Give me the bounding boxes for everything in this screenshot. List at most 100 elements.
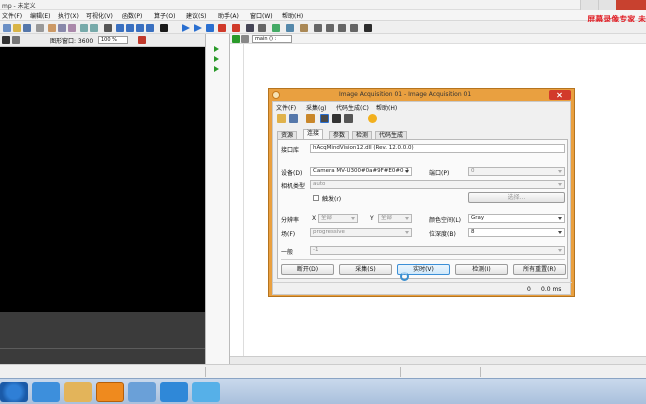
line-profile-icon[interactable] (350, 24, 358, 32)
menu-edit[interactable]: 编辑(E) (30, 11, 50, 20)
resolution-y-label: Y (370, 215, 374, 222)
graphics-window-canvas[interactable] (0, 47, 205, 312)
breakpoint-icon[interactable] (232, 24, 240, 32)
editor-horizontal-scrollbar[interactable] (230, 356, 646, 364)
close-button[interactable] (616, 0, 646, 10)
disconnect-button[interactable]: 断开(D) (281, 264, 334, 275)
copy-icon[interactable] (58, 24, 66, 32)
print-icon[interactable] (36, 24, 44, 32)
insert-arrow-icon[interactable] (214, 66, 219, 72)
menu-visualize[interactable]: 可视化(V) (86, 11, 113, 20)
app-icon[interactable] (160, 382, 188, 402)
maximize-button[interactable] (598, 0, 616, 10)
interface-field[interactable]: hAcqMindVision12.dll (Rev. 12.0.0.0) (310, 144, 565, 153)
bit-depth-select[interactable]: 8 (468, 228, 565, 237)
undo-icon[interactable] (80, 24, 88, 32)
general-select[interactable]: -1 (310, 246, 565, 255)
menu-file[interactable]: 文件(F) (2, 11, 22, 20)
run-icon[interactable] (116, 24, 124, 32)
tab-code-generation[interactable]: 代码生成 (375, 131, 408, 139)
step-into-icon[interactable] (136, 24, 144, 32)
dialog-close-button[interactable] (549, 90, 571, 100)
insert-code-icon[interactable] (344, 114, 353, 123)
tab-parameters[interactable]: 参数 (329, 131, 350, 139)
reset-all-button[interactable]: 所有重置(R) (513, 264, 566, 275)
gray-histogram-icon[interactable] (326, 24, 334, 32)
menu-run[interactable]: 执行(X) (58, 11, 79, 20)
start-button[interactable] (0, 382, 28, 402)
graphics-dropdown-icon[interactable] (12, 36, 20, 44)
graphics-window-icon[interactable] (272, 24, 280, 32)
tab-connection[interactable]: 连接 (303, 129, 324, 139)
live-icon[interactable] (332, 114, 341, 123)
new-icon[interactable] (3, 24, 11, 32)
redo-icon[interactable] (90, 24, 98, 32)
dialog-menu-codegen[interactable]: 代码生成(C) (336, 103, 369, 112)
dialog-menu-help[interactable]: 帮助(H) (376, 103, 397, 112)
insert-arrow-icon[interactable] (214, 46, 219, 52)
snap-icon[interactable] (320, 114, 329, 123)
open-icon[interactable] (13, 24, 21, 32)
snap-button[interactable]: 采集(S) (339, 264, 392, 275)
halcon-icon[interactable] (96, 382, 124, 402)
dialog-menu-acquire[interactable]: 采集(g) (306, 103, 327, 112)
step-icon[interactable] (194, 24, 202, 32)
open-folder-icon[interactable] (277, 114, 286, 123)
resolution-y-select[interactable]: 全部 (378, 214, 412, 223)
save-icon[interactable] (289, 114, 298, 123)
trigger-checkbox[interactable] (313, 195, 319, 201)
ocr-icon[interactable] (364, 24, 372, 32)
color-space-select[interactable]: Gray (468, 214, 565, 223)
play-icon[interactable] (182, 24, 190, 32)
screen-recorder-icon[interactable] (128, 382, 156, 402)
color-tool-icon[interactable] (138, 36, 146, 44)
detect-button[interactable]: 检测(I) (455, 264, 508, 275)
camera-type-select[interactable]: auto (310, 180, 565, 189)
resolution-x-select[interactable]: 全部 (318, 214, 358, 223)
save-icon[interactable] (23, 24, 31, 32)
step-over-icon[interactable] (126, 24, 134, 32)
dialog-title-bar[interactable]: Image Acquisition 01 - Image Acquisition… (269, 89, 574, 101)
graphics-settings-icon[interactable] (2, 36, 10, 44)
proc-icon[interactable] (232, 35, 240, 43)
select-button[interactable]: 选择... (468, 192, 565, 203)
menu-operators[interactable]: 算子(O) (154, 11, 175, 20)
step-in-icon[interactable] (206, 24, 214, 32)
menu-help[interactable]: 帮助(H) (282, 11, 303, 20)
dialog-minimize-button[interactable] (522, 91, 534, 99)
reset-icon[interactable] (218, 24, 226, 32)
zoom-icon[interactable] (314, 24, 322, 32)
find-icon[interactable] (104, 24, 112, 32)
port-select[interactable]: 0 (468, 167, 565, 176)
proc-list-icon[interactable] (241, 35, 249, 43)
cut-icon[interactable] (48, 24, 56, 32)
menu-assistants[interactable]: 助手(A) (218, 11, 239, 20)
paste-icon[interactable] (68, 24, 76, 32)
ie-icon[interactable] (32, 382, 60, 402)
help-icon[interactable] (368, 114, 377, 123)
step-out-icon[interactable] (146, 24, 154, 32)
explorer-icon[interactable] (64, 382, 92, 402)
general-label: 一般 (281, 249, 294, 256)
browser-icon[interactable] (192, 382, 220, 402)
display-icon[interactable] (258, 24, 266, 32)
dialog-maximize-button[interactable] (535, 91, 547, 99)
connect-icon[interactable] (306, 114, 315, 123)
procedure-select[interactable]: main () : (252, 35, 292, 43)
tab-source[interactable]: 资源 (277, 131, 298, 139)
clear-icon[interactable] (246, 24, 254, 32)
feature-histogram-icon[interactable] (338, 24, 346, 32)
dialog-menu-file[interactable]: 文件(F) (276, 103, 296, 112)
minimize-button[interactable] (580, 0, 598, 10)
variable-icon[interactable] (286, 24, 294, 32)
menu-suggestions[interactable]: 建议(S) (186, 11, 207, 20)
insert-arrow-icon[interactable] (214, 56, 219, 62)
zoom-select[interactable]: 100 % (98, 36, 128, 44)
stop-icon[interactable] (160, 24, 168, 32)
menu-window[interactable]: 窗口(W) (250, 11, 273, 20)
menu-procedures[interactable]: 函数(P) (122, 11, 142, 20)
field-select[interactable]: progressive (310, 228, 412, 237)
operator-icon[interactable] (300, 24, 308, 32)
tab-inspect[interactable]: 检测 (352, 131, 373, 139)
device-select[interactable]: Camera MV-U300#0a#9F#E0#0 2 (310, 167, 412, 176)
